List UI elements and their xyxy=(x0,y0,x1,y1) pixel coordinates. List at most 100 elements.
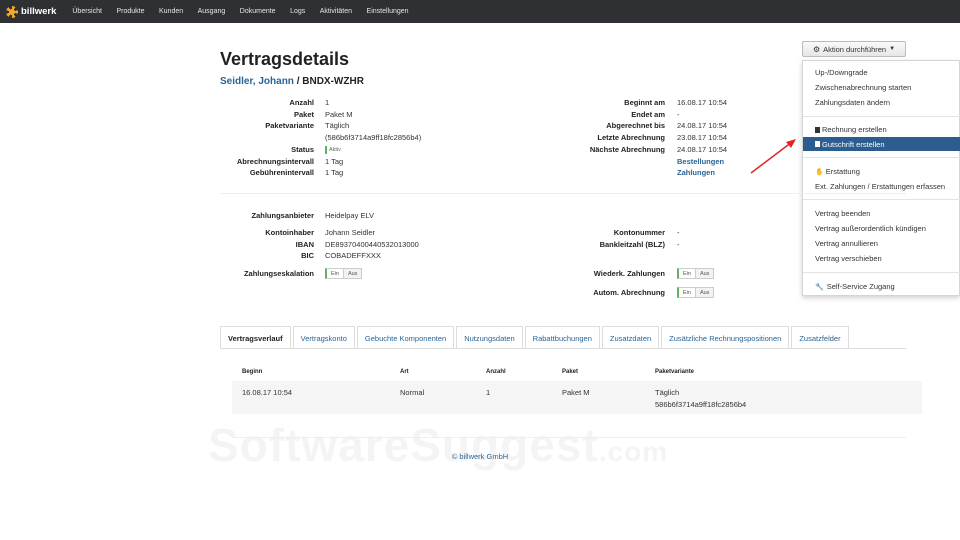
billwerk-logo-icon xyxy=(6,5,18,18)
cell-paketvariante-id: 586b6f3714a9ff18fc2856b4 xyxy=(655,400,747,409)
label-letzte-abrechnung: Letzte Abrechnung xyxy=(597,133,665,142)
menu-item-zahlungsdaten[interactable]: Zahlungsdaten ändern xyxy=(815,98,890,107)
wiederk-zahlungen-toggle[interactable]: Ein Aus xyxy=(677,268,715,279)
logo-text: billwerk xyxy=(21,6,57,17)
value-abgerechnet: 24.08.17 10:54 xyxy=(677,121,728,130)
label-bic: BIC xyxy=(301,251,314,260)
toggle-on[interactable]: Ein xyxy=(679,288,695,297)
value-letzte-abrechnung: 23.08.17 10:54 xyxy=(677,133,728,142)
value-naechste-abrechnung: 24.08.17 10:54 xyxy=(677,145,728,154)
customer-link[interactable]: Seidler, Johann xyxy=(220,76,294,87)
nav-item-dokumente[interactable]: Dokumente xyxy=(240,8,276,15)
menu-item-zwischenabrechnung[interactable]: Zwischenabrechnung starten xyxy=(815,83,911,92)
label-zahlungsanbieter: Zahlungsanbieter xyxy=(251,211,314,220)
tab-nutzungsdaten[interactable]: Nutzungsdaten xyxy=(456,326,523,349)
menu-item-label: Gutschrift erstellen xyxy=(822,139,885,149)
toggle-off[interactable]: Aus xyxy=(694,269,714,278)
nav-item-kunden[interactable]: Kunden xyxy=(159,8,183,15)
menu-divider xyxy=(803,199,960,200)
tabs-underline xyxy=(220,348,906,349)
tab-zusaetzliche-rechnungspositionen[interactable]: Zusätzliche Rechnungspositionen xyxy=(661,326,790,349)
value-blz: - xyxy=(677,240,680,249)
cell-paketvariante: Täglich xyxy=(655,388,680,397)
value-gebuehrenintervall: 1 Tag xyxy=(325,168,344,177)
zahlungen-link[interactable]: Zahlungen xyxy=(677,168,715,177)
menu-item-vertrag-verschieben[interactable]: Vertrag verschieben xyxy=(815,254,882,263)
menu-item-label: Self-Service Zugang xyxy=(826,282,895,291)
tab-bar: Vertragsverlauf Vertragskonto Gebuchte K… xyxy=(220,326,851,349)
value-iban: DE89370400440532013000 xyxy=(325,240,419,249)
menu-item-gutschrift-erstellen[interactable]: Gutschrift erstellen xyxy=(803,137,960,151)
nav-item-uebersicht[interactable]: Übersicht xyxy=(72,8,102,15)
value-paket: Paket M xyxy=(325,110,353,119)
nav-item-produkte[interactable]: Produkte xyxy=(116,8,144,15)
tab-zusatzfelder[interactable]: Zusatzfelder xyxy=(791,326,849,349)
label-kontonummer: Kontonummer xyxy=(613,228,665,237)
tab-zusatzdaten[interactable]: Zusatzdaten xyxy=(601,326,660,349)
cell-art: Normal xyxy=(400,388,425,397)
label-wiederk-zahlungen: Wiederk. Zahlungen xyxy=(593,269,665,278)
label-zahlungseskalation: Zahlungseskalation xyxy=(243,269,314,278)
top-nav: billwerk Übersicht Produkte Kunden Ausga… xyxy=(0,0,960,23)
label-naechste-abrechnung: Nächste Abrechnung xyxy=(589,145,665,154)
action-menu: Up-/Downgrade Zwischenabrechnung starten… xyxy=(802,60,960,296)
caret-down-icon: ▼ xyxy=(889,46,896,52)
menu-divider xyxy=(803,157,960,158)
menu-item-erstattung[interactable]: ✋ Erstattung xyxy=(815,167,860,176)
menu-item-rechnung-erstellen[interactable]: Rechnung erstellen xyxy=(815,125,887,134)
menu-item-up-downgrade[interactable]: Up-/Downgrade xyxy=(815,68,868,77)
breadcrumb: Seidler, Johann / BNDX-WZHR xyxy=(220,76,364,87)
value-paketvariante-id: (586b6f3714a9ff18fc2856b4) xyxy=(325,133,422,142)
logo[interactable]: billwerk xyxy=(6,5,57,18)
action-dropdown-button[interactable]: ⚙ Aktion durchführen ▼ xyxy=(802,41,906,57)
tab-gebuchte-komponenten[interactable]: Gebuchte Komponenten xyxy=(356,326,455,349)
document-icon xyxy=(815,126,820,133)
label-kontoinhaber: Kontoinhaber xyxy=(265,228,314,237)
tab-rabattbuchungen[interactable]: Rabattbuchungen xyxy=(524,326,600,349)
cell-anzahl: 1 xyxy=(486,388,491,397)
nav-item-aktivitaeten[interactable]: Aktivitäten xyxy=(320,8,352,15)
nav-item-einstellungen[interactable]: Einstellungen xyxy=(367,8,409,15)
label-iban: IBAN xyxy=(295,240,314,249)
bestellungen-link[interactable]: Bestellungen xyxy=(677,157,724,166)
menu-divider xyxy=(803,272,960,273)
value-abrechnungsintervall: 1 Tag xyxy=(325,157,344,166)
nav-item-logs[interactable]: Logs xyxy=(290,8,305,15)
label-endet: Endet am xyxy=(631,110,665,119)
tab-vertragskonto[interactable]: Vertragskonto xyxy=(292,326,355,349)
toggle-on[interactable]: Ein xyxy=(679,269,695,278)
column-header-art: Art xyxy=(400,369,409,375)
menu-item-self-service[interactable]: 🔧 Self-Service Zugang xyxy=(815,282,895,291)
status-badge: Aktiv xyxy=(325,146,341,154)
label-abgerechnet: Abgerechnet bis xyxy=(606,121,665,130)
label-beginnt: Beginnt am xyxy=(624,98,665,107)
hand-money-icon: ✋ xyxy=(815,169,824,176)
nav-item-ausgang[interactable]: Ausgang xyxy=(198,8,226,15)
toggle-off[interactable]: Aus xyxy=(694,288,714,297)
menu-item-vertrag-annullieren[interactable]: Vertrag annullieren xyxy=(815,239,878,248)
table-row xyxy=(232,381,922,414)
column-header-paketvariante: Paketvariante xyxy=(655,369,695,375)
toggle-off[interactable]: Aus xyxy=(342,269,362,278)
cell-beginn: 16.08.17 10:54 xyxy=(242,388,293,397)
footer-divider xyxy=(232,437,906,438)
menu-item-label: Erstattung xyxy=(825,167,860,176)
tab-vertragsverlauf[interactable]: Vertragsverlauf xyxy=(220,326,291,349)
autom-abrechnung-toggle[interactable]: Ein Aus xyxy=(677,287,715,298)
footer-copyright[interactable]: © billwerk GmbH xyxy=(0,452,960,461)
value-zahlungsanbieter: Heidelpay ELV xyxy=(325,211,375,220)
value-endet: - xyxy=(677,110,680,119)
menu-item-vertrag-beenden[interactable]: Vertrag beenden xyxy=(815,209,870,218)
zahlungseskalation-toggle[interactable]: Ein Aus xyxy=(325,268,363,279)
label-blz: Bankleitzahl (BLZ) xyxy=(599,240,665,249)
menu-item-ausserordentlich-kuendigen[interactable]: Vertrag außerordentlich kündigen xyxy=(815,224,926,233)
section-divider xyxy=(220,193,906,194)
watermark: SoftwareSuggest.com xyxy=(208,418,668,472)
toggle-on[interactable]: Ein xyxy=(327,269,343,278)
column-header-beginn: Beginn xyxy=(242,369,263,375)
wrench-icon: 🔧 xyxy=(815,284,824,291)
contract-id: BNDX-WZHR xyxy=(302,76,364,87)
value-paketvariante: Täglich xyxy=(325,121,350,130)
menu-item-ext-zahlungen[interactable]: Ext. Zahlungen / Erstattungen erfassen xyxy=(815,182,945,191)
action-button-label: Aktion durchführen xyxy=(823,44,887,54)
